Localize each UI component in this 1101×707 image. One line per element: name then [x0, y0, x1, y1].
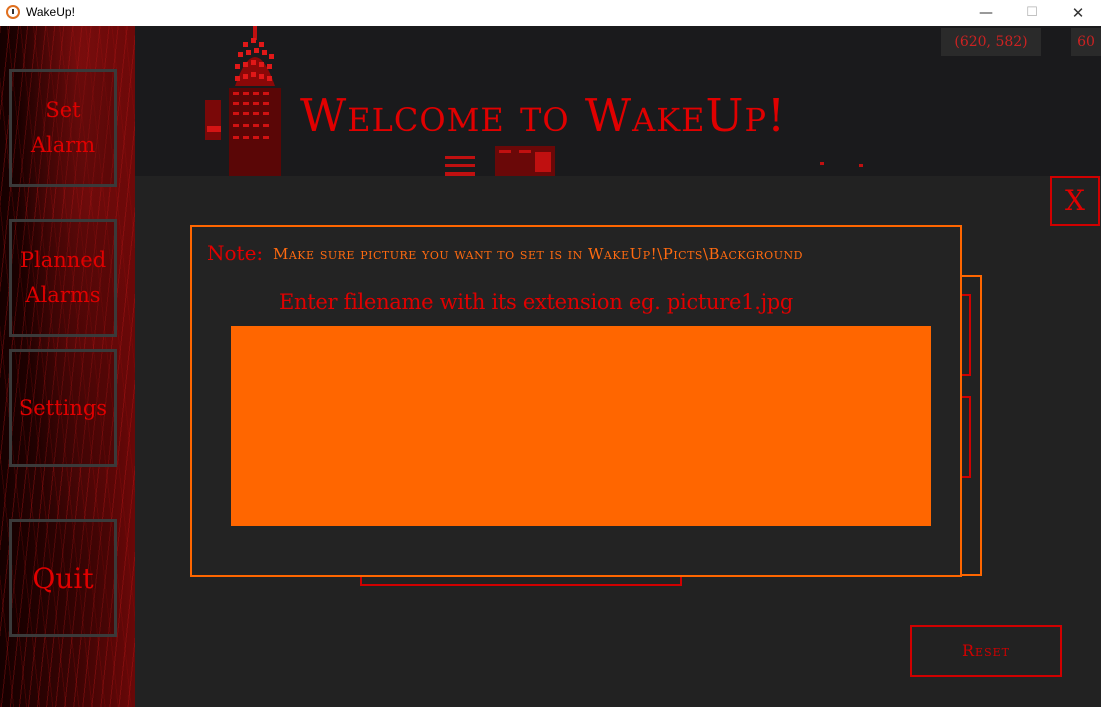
title-bar: WakeUp! — ☐ ✕: [0, 0, 1101, 27]
note-label: Note:: [207, 241, 264, 265]
window-title: WakeUp!: [26, 5, 75, 19]
mouse-coordinates-readout: (620, 582): [941, 28, 1041, 56]
close-window-button[interactable]: ✕: [1055, 0, 1101, 26]
minimize-button[interactable]: —: [963, 0, 1009, 26]
filename-input[interactable]: [231, 326, 931, 526]
filename-hint: Enter filename with its extension eg. pi…: [279, 290, 794, 314]
reset-button[interactable]: Reset: [910, 625, 1062, 677]
set-alarm-button[interactable]: Set Alarm: [9, 69, 117, 187]
alarm-clock-icon: [6, 5, 20, 19]
main-panel: X Note: Make sure picture you want to se…: [135, 176, 1101, 707]
city-lights-graphic: [445, 146, 863, 176]
fps-counter: 60: [1071, 28, 1101, 56]
note-text: Make sure picture you want to set is in …: [273, 245, 803, 263]
settings-button[interactable]: Settings: [9, 349, 117, 467]
header-banner: Welcome to WakeUp! (620, 582) 60: [135, 26, 1101, 176]
background-picture-dialog: Note: Make sure picture you want to set …: [190, 225, 962, 577]
sidebar: Set Alarm Planned Alarms Settings Quit: [0, 26, 135, 707]
maximize-button[interactable]: ☐: [1009, 0, 1055, 26]
quit-button[interactable]: Quit: [9, 519, 117, 637]
page-title: Welcome to WakeUp!: [300, 89, 787, 142]
close-panel-button[interactable]: X: [1050, 176, 1100, 226]
app-window: WakeUp! — ☐ ✕ Set Alarm Planned Alarms S…: [0, 0, 1101, 707]
planned-alarms-button[interactable]: Planned Alarms: [9, 219, 117, 337]
